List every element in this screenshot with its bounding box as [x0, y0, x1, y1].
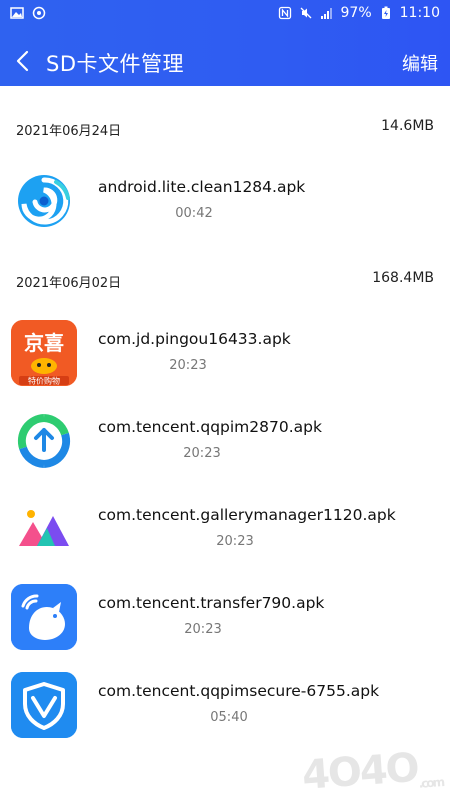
file-list-item[interactable]: com.tencent.gallerymanager1120.apk 20:23: [0, 488, 450, 572]
nfc-icon: [278, 6, 291, 20]
edit-button[interactable]: 编辑: [402, 50, 438, 76]
file-name: com.tencent.transfer790.apk: [98, 594, 325, 612]
chevron-left-icon: [16, 50, 29, 72]
file-list-item[interactable]: com.tencent.qqpimsecure-6755.apk 05:40: [0, 664, 450, 748]
gallery-app-icon: [11, 496, 77, 562]
watermark-logo: 4O4O.com: [300, 743, 443, 799]
back-button[interactable]: [12, 46, 36, 76]
file-list-item[interactable]: 京喜 特价购物 com.jd.pingou16433.apk 20:23: [0, 312, 450, 396]
svg-text:特价购物: 特价购物: [28, 376, 60, 386]
sync-app-icon: [11, 408, 77, 474]
clock: 11:10: [399, 5, 440, 21]
mute-icon: [300, 7, 311, 19]
page-title: SD卡文件管理: [46, 52, 185, 76]
group-size: 14.6MB: [381, 118, 434, 134]
gallery-notification-icon: [10, 7, 24, 19]
jingxi-app-icon: 京喜 特价购物: [11, 320, 77, 386]
status-bar: 97% 11:10: [0, 0, 450, 28]
group-size: 168.4MB: [372, 270, 434, 286]
status-left: [10, 6, 46, 20]
file-name: com.tencent.gallerymanager1120.apk: [98, 506, 396, 524]
file-time: 20:23: [184, 622, 222, 637]
file-time: 00:42: [175, 206, 213, 221]
date-group-header: 2021年06月02日 168.4MB: [0, 268, 450, 292]
file-name: android.lite.clean1284.apk: [98, 178, 306, 196]
app-header: 97% 11:10 SD卡文件管理 编辑: [0, 0, 450, 86]
group-date: 2021年06月24日: [16, 124, 122, 139]
status-right: 97% 11:10: [278, 5, 440, 21]
watermark-text: 4O4O: [300, 744, 420, 799]
file-list-item[interactable]: com.tencent.qqpim2870.apk 20:23: [0, 400, 450, 484]
sync-notification-icon: [32, 6, 46, 20]
file-time: 05:40: [210, 710, 248, 725]
file-name: com.tencent.qqpim2870.apk: [98, 418, 322, 436]
watermark-suffix: .com: [418, 775, 444, 791]
file-time: 20:23: [169, 358, 207, 373]
signal-icon: [320, 8, 332, 19]
file-list-item[interactable]: android.lite.clean1284.apk 00:42: [0, 160, 450, 244]
battery-icon: [381, 6, 390, 19]
group-date: 2021年06月02日: [16, 276, 122, 291]
file-name: com.tencent.qqpimsecure-6755.apk: [98, 682, 380, 700]
shield-app-icon: [11, 672, 77, 738]
bird-app-icon: [11, 584, 77, 650]
date-group-header: 2021年06月24日 14.6MB: [0, 116, 450, 140]
file-time: 20:23: [216, 534, 254, 549]
swirl-app-icon: [11, 168, 77, 234]
file-name: com.jd.pingou16433.apk: [98, 330, 291, 348]
file-list-item[interactable]: com.tencent.transfer790.apk 20:23: [0, 576, 450, 660]
navigation-bar: SD卡文件管理 编辑: [0, 40, 450, 84]
file-time: 20:23: [183, 446, 221, 461]
battery-percent: 97%: [340, 5, 372, 21]
svg-text:京喜: 京喜: [24, 331, 64, 355]
